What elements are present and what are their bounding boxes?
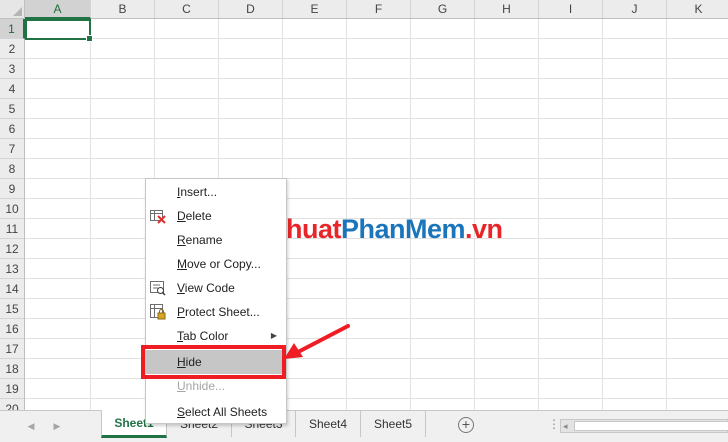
row-header[interactable]: 16	[0, 319, 24, 339]
menu-item-insert[interactable]: Insert...	[146, 180, 286, 204]
menu-item-label: View Code	[177, 281, 235, 295]
menu-item-rename[interactable]: Rename	[146, 228, 286, 252]
row-header[interactable]: 12	[0, 239, 24, 259]
row-header[interactable]: 10	[0, 199, 24, 219]
column-header-c[interactable]: C	[155, 0, 219, 18]
menu-item-select-all-sheets[interactable]: Select All Sheets	[146, 400, 286, 424]
column-header-a[interactable]: A	[25, 0, 91, 19]
watermark-part3: .vn	[465, 214, 503, 244]
scrollbar-thumb[interactable]	[574, 421, 728, 431]
menu-item-label: Insert...	[177, 185, 218, 199]
menu-item-label: Protect Sheet...	[177, 305, 260, 319]
protect-sheet-icon	[150, 304, 166, 320]
column-header-j[interactable]: J	[603, 0, 667, 18]
column-header-b[interactable]: B	[91, 0, 155, 18]
column-header-g[interactable]: G	[411, 0, 475, 18]
sheet-context-menu: Insert... Delete Rename Move or Copy...	[145, 178, 287, 424]
more-tabs-icon[interactable]: ⋮	[548, 417, 560, 431]
row-header[interactable]: 18	[0, 359, 24, 379]
row-header[interactable]: 17	[0, 339, 24, 359]
view-code-icon	[150, 280, 166, 296]
row-header[interactable]: 19	[0, 379, 24, 399]
menu-item-label: Select All Sheets	[177, 405, 268, 419]
column-header-f[interactable]: F	[347, 0, 411, 18]
column-header-i[interactable]: I	[539, 0, 603, 18]
row-header[interactable]: 1	[0, 19, 25, 39]
menu-item-label: Rename	[177, 233, 223, 247]
column-header-k[interactable]: K	[667, 0, 728, 18]
menu-item-view-code[interactable]: View Code	[146, 276, 286, 300]
row-header[interactable]: 2	[0, 39, 24, 59]
row-header[interactable]: 13	[0, 259, 24, 279]
select-all-corner[interactable]	[0, 0, 25, 19]
plus-circle-icon[interactable]: +	[458, 417, 474, 433]
triangle-left-icon[interactable]: ◀	[24, 419, 38, 433]
row-header[interactable]: 20	[0, 399, 24, 410]
row-header[interactable]: 5	[0, 99, 24, 119]
menu-item-label: Delete	[177, 209, 212, 223]
row-header[interactable]: 15	[0, 299, 24, 319]
active-cell-a1[interactable]	[25, 19, 93, 42]
triangle-right-icon[interactable]: ▶	[50, 419, 64, 433]
column-header-d[interactable]: D	[219, 0, 283, 18]
sheet-tab-bar: ◀ ▶ Sheet1 Sheet2 Sheet3 Sheet4 Sheet5 +…	[0, 410, 728, 442]
column-headers: A B C D E F G H I J K	[25, 0, 728, 19]
menu-item-move-or-copy[interactable]: Move or Copy...	[146, 252, 286, 276]
sheet-tab-sheet4[interactable]: Sheet4	[296, 411, 361, 437]
horizontal-scrollbar[interactable]: ◂	[560, 419, 728, 433]
row-header[interactable]: 4	[0, 79, 24, 99]
menu-item-protect-sheet[interactable]: Protect Sheet...	[146, 300, 286, 324]
row-header[interactable]: 8	[0, 159, 24, 179]
row-headers: 1 2 3 4 5 6 7 8 9 10 11 12 13 14 15 16 1…	[0, 19, 25, 410]
scroll-left-icon[interactable]: ◂	[563, 420, 568, 432]
sheet-tab-sheet5[interactable]: Sheet5	[361, 411, 426, 437]
row-header[interactable]: 3	[0, 59, 24, 79]
row-header[interactable]: 11	[0, 219, 24, 239]
column-header-e[interactable]: E	[283, 0, 347, 18]
menu-item-label: Move or Copy...	[177, 257, 261, 271]
worksheet-grid[interactable]: A B C D E F G H I J K 1 2 3 4 5 6 7 8 9 …	[0, 0, 728, 410]
column-header-h[interactable]: H	[475, 0, 539, 18]
row-header[interactable]: 7	[0, 139, 24, 159]
row-header[interactable]: 6	[0, 119, 24, 139]
row-header[interactable]: 9	[0, 179, 24, 199]
highlight-box	[141, 345, 286, 379]
menu-item-delete[interactable]: Delete	[146, 204, 286, 228]
delete-sheet-icon	[150, 208, 166, 224]
row-header[interactable]: 14	[0, 279, 24, 299]
pointer-arrow-icon	[284, 324, 350, 359]
watermark-part2: PhanMem	[340, 214, 466, 244]
